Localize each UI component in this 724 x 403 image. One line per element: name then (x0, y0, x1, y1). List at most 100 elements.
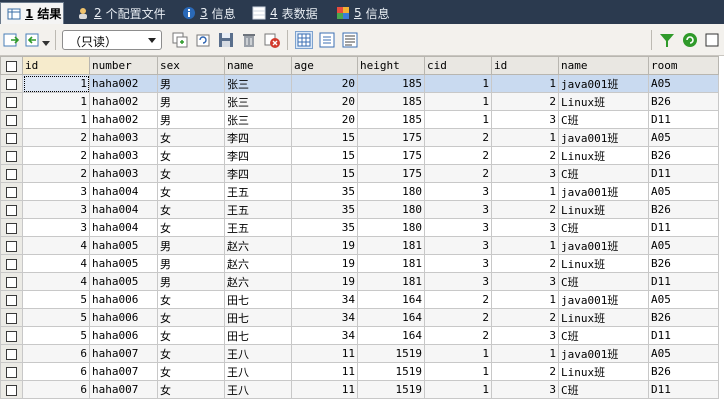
row-checkbox[interactable] (0, 92, 23, 111)
table-cell[interactable]: 3 (424, 254, 492, 273)
refresh-icon[interactable] (681, 31, 699, 49)
readonly-mode-select[interactable]: （只读） (62, 30, 162, 50)
table-cell[interactable]: haha006 (89, 290, 158, 309)
table-cell[interactable]: 5 (22, 308, 90, 327)
table-cell[interactable]: haha004 (89, 218, 158, 237)
table-row[interactable]: 3 haha004 女王五 35 180 3 3 C班 D11 (0, 218, 719, 237)
table-cell[interactable]: 李四 (224, 128, 292, 147)
row-checkbox[interactable] (0, 290, 23, 309)
table-cell[interactable]: 男 (157, 236, 225, 255)
table-cell[interactable]: 1 (491, 74, 559, 93)
table-cell[interactable]: 1 (424, 344, 492, 363)
table-row[interactable]: 5 haha006 女田七 34 164 2 3 C班 D11 (0, 326, 719, 345)
tab-info[interactable]: 3 信息 (176, 2, 240, 24)
table-cell[interactable]: Linux班 (558, 146, 649, 165)
table-cell[interactable]: 185 (357, 92, 425, 111)
table-cell[interactable]: Linux班 (558, 362, 649, 381)
table-cell[interactable]: A05 (648, 290, 719, 309)
table-cell[interactable]: 2 (22, 164, 90, 183)
table-cell[interactable]: 王五 (224, 182, 292, 201)
table-cell[interactable]: 2 (491, 254, 559, 273)
table-cell[interactable]: A05 (648, 182, 719, 201)
table-row[interactable]: 1 haha002 男张三 20 185 1 3 C班 D11 (0, 110, 719, 129)
row-checkbox[interactable] (0, 380, 23, 399)
table-cell[interactable]: 20 (291, 92, 358, 111)
table-cell[interactable]: 2 (491, 92, 559, 111)
table-cell[interactable]: 2 (424, 308, 492, 327)
table-cell[interactable]: A05 (648, 344, 719, 363)
tab-result[interactable]: 1 结果 (0, 2, 64, 24)
row-checkbox[interactable] (0, 74, 23, 93)
table-cell[interactable]: 6 (22, 380, 90, 399)
table-cell[interactable]: 19 (291, 272, 358, 291)
table-cell[interactable]: java001班 (558, 74, 649, 93)
row-checkbox[interactable] (0, 200, 23, 219)
table-cell[interactable]: haha005 (89, 236, 158, 255)
table-cell[interactable]: 田七 (224, 308, 292, 327)
table-cell[interactable]: 35 (291, 218, 358, 237)
table-cell[interactable]: D11 (648, 164, 719, 183)
table-cell[interactable]: 180 (357, 200, 425, 219)
row-checkbox[interactable] (0, 254, 23, 273)
table-cell[interactable]: 164 (357, 326, 425, 345)
table-cell[interactable]: haha007 (89, 362, 158, 381)
tab-info-history[interactable]: 5 信息 (330, 2, 394, 24)
table-cell[interactable]: 男 (157, 272, 225, 291)
table-cell[interactable]: 1 (491, 344, 559, 363)
row-checkbox[interactable] (0, 326, 23, 345)
table-cell[interactable]: C班 (558, 164, 649, 183)
table-cell[interactable]: haha003 (89, 128, 158, 147)
table-cell[interactable]: 李四 (224, 164, 292, 183)
table-cell[interactable]: java001班 (558, 182, 649, 201)
table-cell[interactable]: 1 (491, 182, 559, 201)
table-cell[interactable]: haha002 (89, 92, 158, 111)
table-cell[interactable]: 女 (157, 128, 225, 147)
column-header[interactable]: cid (424, 56, 492, 75)
table-cell[interactable]: haha007 (89, 380, 158, 399)
table-cell[interactable]: 175 (357, 128, 425, 147)
table-cell[interactable]: haha003 (89, 164, 158, 183)
table-row[interactable]: 6 haha007 女王八 11 1519 1 2 Linux班 B26 (0, 362, 719, 381)
table-cell[interactable]: C班 (558, 380, 649, 399)
table-cell[interactable]: 田七 (224, 326, 292, 345)
table-cell[interactable]: 1 (424, 74, 492, 93)
table-cell[interactable]: C班 (558, 326, 649, 345)
refresh-row-icon[interactable] (194, 31, 212, 49)
table-cell[interactable]: 1 (491, 236, 559, 255)
table-cell[interactable]: B26 (648, 254, 719, 273)
table-cell[interactable]: 1 (424, 92, 492, 111)
table-cell[interactable]: haha006 (89, 308, 158, 327)
table-row[interactable]: 2 haha003 女李四 15 175 2 2 Linux班 B26 (0, 146, 719, 165)
column-header[interactable]: id (491, 56, 559, 75)
table-cell[interactable]: 3 (491, 380, 559, 399)
table-cell[interactable]: Linux班 (558, 92, 649, 111)
table-cell[interactable]: 男 (157, 254, 225, 273)
table-cell[interactable]: 王五 (224, 218, 292, 237)
table-cell[interactable]: Linux班 (558, 254, 649, 273)
duplicate-row-icon[interactable] (171, 31, 189, 49)
table-cell[interactable]: C班 (558, 272, 649, 291)
table-cell[interactable]: 王五 (224, 200, 292, 219)
table-cell[interactable]: 张三 (224, 92, 292, 111)
row-checkbox[interactable] (0, 362, 23, 381)
filter-icon[interactable] (658, 31, 676, 49)
table-cell[interactable]: 王八 (224, 362, 292, 381)
table-cell[interactable]: 164 (357, 290, 425, 309)
table-cell[interactable]: java001班 (558, 290, 649, 309)
table-cell[interactable]: 3 (491, 218, 559, 237)
table-cell[interactable]: 175 (357, 164, 425, 183)
column-header[interactable]: name (558, 56, 649, 75)
table-cell[interactable]: 3 (22, 218, 90, 237)
table-cell[interactable]: B26 (648, 308, 719, 327)
table-cell[interactable]: 1 (22, 92, 90, 111)
table-row[interactable]: 4 haha005 男赵六 19 181 3 1 java001班 A05 (0, 236, 719, 255)
table-cell[interactable]: 3 (424, 182, 492, 201)
table-cell[interactable]: B26 (648, 92, 719, 111)
table-cell[interactable]: 2 (424, 128, 492, 147)
table-cell[interactable]: 女 (157, 380, 225, 399)
table-cell[interactable]: haha006 (89, 326, 158, 345)
table-cell[interactable]: 女 (157, 326, 225, 345)
table-cell[interactable]: haha005 (89, 272, 158, 291)
table-row[interactable]: 1 haha002 男张三 20 185 1 1 java001班 A05 (0, 74, 719, 93)
text-view-icon[interactable] (341, 31, 359, 49)
